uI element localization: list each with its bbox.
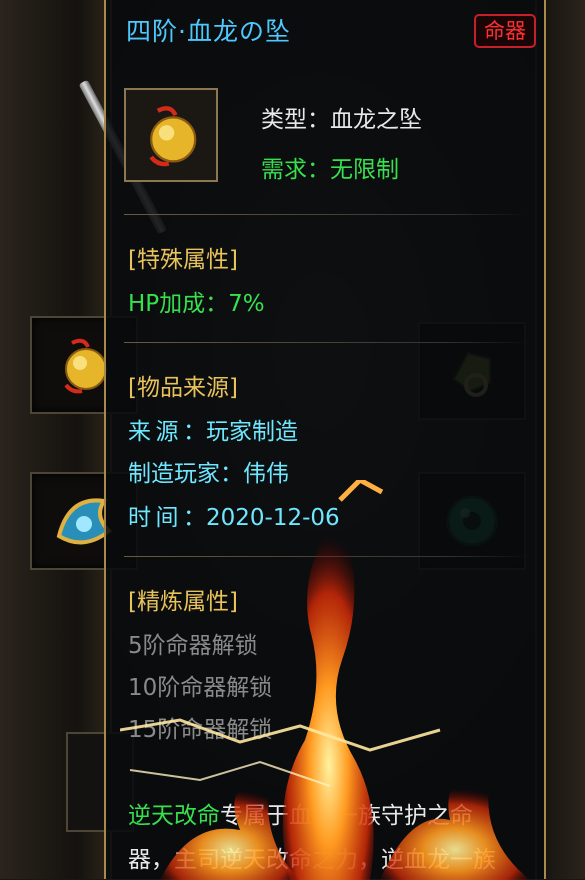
time-value: 2020-12-06 [206, 505, 340, 531]
item-requirement-value: 无限制 [330, 157, 399, 183]
item-tooltip: 四阶·血龙の坠 命器 类型：血龙之坠 需求：无限制 [特殊属性] HP加成：7%… [104, 0, 546, 879]
time-label: 时间： [128, 505, 206, 531]
refine-line: 10阶命器解锁 [128, 675, 273, 701]
source-value: 玩家制造 [206, 419, 298, 445]
item-source-header: [物品来源] [128, 375, 238, 401]
item-requirement: 需求：无限制 [261, 150, 399, 184]
item-icon-frame [124, 88, 218, 182]
hp-bonus-stat: HP加成：7% [128, 291, 265, 317]
maker-label: 制造玩家： [128, 461, 243, 487]
item-description-line-2: 器，主司逆天改命之力，逆血龙一族 [128, 847, 496, 873]
item-type-label: 类型： [261, 107, 330, 133]
description-text: 专属于血龙一族守护之命 [220, 803, 473, 829]
divider [124, 214, 528, 215]
maker-value: 伟伟 [243, 461, 289, 487]
refine-line: 15阶命器解锁 [128, 717, 273, 743]
maker-line: 制造玩家：伟伟 [128, 454, 289, 488]
item-requirement-label: 需求： [261, 157, 330, 183]
refine-attributes-header: [精炼属性] [128, 589, 238, 615]
time-line: 时间：2020-12-06 [128, 498, 340, 532]
special-attributes-header: [特殊属性] [128, 247, 238, 273]
item-description-line-1: 逆天改命专属于血龙一族守护之命 [128, 796, 473, 830]
description-highlight: 逆天改命 [128, 803, 220, 829]
source-line: 来源：玩家制造 [128, 412, 298, 446]
item-title: 四阶·血龙の坠 [126, 17, 291, 46]
item-type-value: 血龙之坠 [330, 107, 422, 133]
item-type: 类型：血龙之坠 [261, 100, 422, 134]
gold-pendant-icon [149, 106, 197, 167]
item-category-badge: 命器 [474, 14, 536, 48]
divider [124, 342, 528, 343]
source-label: 来源： [128, 419, 206, 445]
divider [124, 556, 528, 557]
refine-line: 5阶命器解锁 [128, 633, 258, 659]
